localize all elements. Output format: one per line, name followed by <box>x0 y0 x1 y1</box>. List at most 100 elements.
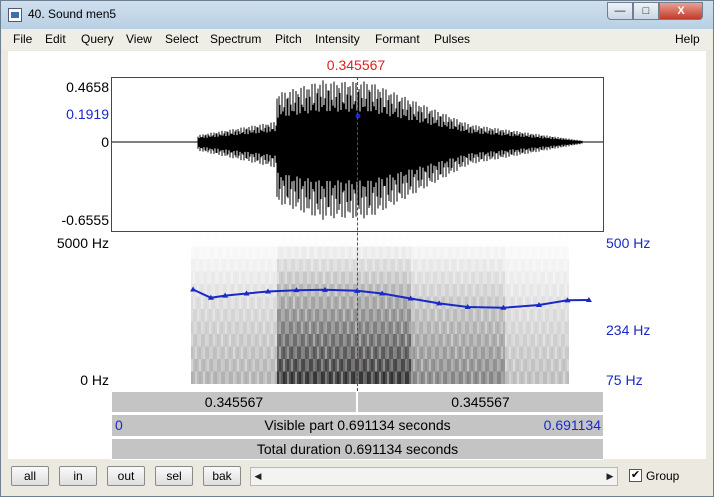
spectrogram-cell <box>279 358 281 372</box>
menu-spectrum[interactable]: Spectrum <box>210 32 261 46</box>
spectrogram-cell <box>393 296 395 309</box>
group-checkbox[interactable]: ✔ <box>629 469 642 482</box>
spectrogram-cell <box>303 246 305 259</box>
zoom-all-button[interactable]: all <box>11 466 49 486</box>
spectrogram-cell <box>299 271 301 284</box>
right-time-bar[interactable]: 0.345567 <box>357 391 604 413</box>
zoom-selection-button[interactable]: sel <box>155 466 193 486</box>
spectrogram-cell <box>267 371 269 384</box>
spectrogram-cell <box>387 333 389 347</box>
spectrogram-cell <box>271 271 273 284</box>
spectrogram-cell <box>359 358 361 372</box>
visible-start-label: 0 <box>115 417 123 433</box>
menu-query[interactable]: Query <box>81 32 114 46</box>
menu-select[interactable]: Select <box>165 32 198 46</box>
spectrogram-cell <box>513 346 515 359</box>
spectrogram-cell <box>537 233 539 247</box>
menu-pulses[interactable]: Pulses <box>434 32 470 46</box>
spectrogram-cell <box>543 333 545 347</box>
scroll-left-arrow-icon[interactable]: ◀ <box>251 468 265 485</box>
zoom-in-button[interactable]: in <box>59 466 97 486</box>
spectrogram-cell <box>473 283 475 297</box>
spectrogram-cell <box>403 371 405 384</box>
menu-file[interactable]: File <box>13 32 32 46</box>
spectrogram-cell <box>291 258 293 272</box>
spectrogram-cell <box>213 271 215 284</box>
spectrogram-cell <box>437 246 439 259</box>
spectrogram-cell <box>373 333 375 347</box>
menu-pitch[interactable]: Pitch <box>275 32 302 46</box>
spectrogram-cell <box>369 296 371 309</box>
menu-intensity[interactable]: Intensity <box>315 32 360 46</box>
spectrogram-cell <box>453 246 455 259</box>
spectrogram-cell <box>405 346 407 359</box>
maximize-button[interactable]: □ <box>633 2 659 20</box>
spectrogram-cell <box>281 233 283 247</box>
spectrogram-cell <box>525 308 527 322</box>
spectrogram-cell <box>321 308 323 322</box>
spectrogram-cell <box>529 283 531 297</box>
menu-edit[interactable]: Edit <box>45 32 66 46</box>
spectrogram-cell <box>421 346 423 359</box>
menu-view[interactable]: View <box>126 32 152 46</box>
spectrogram-cell <box>431 308 433 322</box>
total-duration-bar[interactable]: Total duration 0.691134 seconds <box>111 438 604 460</box>
close-button[interactable]: X <box>659 2 703 20</box>
spectrogram-cell <box>539 371 541 384</box>
menu-help[interactable]: Help <box>675 32 700 46</box>
spectrogram-cell <box>499 358 501 372</box>
spectrogram-cell <box>415 296 417 309</box>
spectrogram-cell <box>485 233 487 247</box>
spectrogram-cell <box>539 258 541 272</box>
spectrogram-cell <box>213 258 215 272</box>
spectrogram-cell <box>333 333 335 347</box>
spectrogram-cell <box>501 333 503 347</box>
spectrogram-cell <box>243 308 245 322</box>
spectrogram-cell <box>417 346 419 359</box>
spectrogram-cell <box>317 296 319 309</box>
spectrogram-cell <box>413 233 415 247</box>
spectrogram-cell <box>389 233 391 247</box>
spectrogram-cell <box>455 233 457 247</box>
spectrogram-cell <box>407 308 409 322</box>
spectrogram-cell <box>435 308 437 322</box>
spectrogram-cell <box>425 358 427 372</box>
spectrogram-cell <box>315 308 317 322</box>
time-scrollbar[interactable]: ◀ ▶ <box>250 467 618 486</box>
spectrogram-cell <box>409 321 411 334</box>
spectrogram-cell <box>379 308 381 322</box>
zoom-out-button[interactable]: out <box>107 466 145 486</box>
spectrogram-cell <box>393 321 395 334</box>
spectrogram-bottom-freq-label: 0 Hz <box>80 372 109 388</box>
spectrogram-cell <box>335 308 337 322</box>
spectrogram-cell <box>519 283 521 297</box>
spectrogram-cell <box>313 321 315 334</box>
spectrogram-cell <box>449 271 451 284</box>
spectrogram-cell <box>485 333 487 347</box>
scroll-right-arrow-icon[interactable]: ▶ <box>603 468 617 485</box>
visible-part-bar[interactable]: Visible part 0.691134 seconds 0 0.691134 <box>111 414 604 437</box>
spectrogram-cell <box>429 271 431 284</box>
spectrogram-cell <box>243 258 245 272</box>
spectrogram-cell <box>259 296 261 309</box>
spectrogram-cell <box>347 333 349 347</box>
spectrogram-cell <box>359 271 361 284</box>
spectrogram-cell <box>381 358 383 372</box>
spectrogram-cell <box>365 271 367 284</box>
spectrogram-cell <box>399 258 401 272</box>
spectrogram-cell <box>219 321 221 334</box>
zoom-back-button[interactable]: bak <box>203 466 241 486</box>
minimize-button[interactable]: — <box>607 2 633 20</box>
spectrogram-cell <box>481 333 483 347</box>
spectrogram-cell <box>345 346 347 359</box>
spectrogram-cell <box>233 358 235 372</box>
spectrogram-cell <box>541 333 543 347</box>
spectrogram-cell <box>329 258 331 272</box>
spectrogram-cell <box>469 358 471 372</box>
left-time-bar[interactable]: 0.345567 <box>111 391 357 413</box>
spectrogram-cell <box>543 321 545 334</box>
spectrogram-cell <box>505 271 507 284</box>
spectrogram-cell <box>463 358 465 372</box>
title-bar[interactable]: 40. Sound men5 — □ X <box>1 1 713 29</box>
menu-formant[interactable]: Formant <box>375 32 420 46</box>
